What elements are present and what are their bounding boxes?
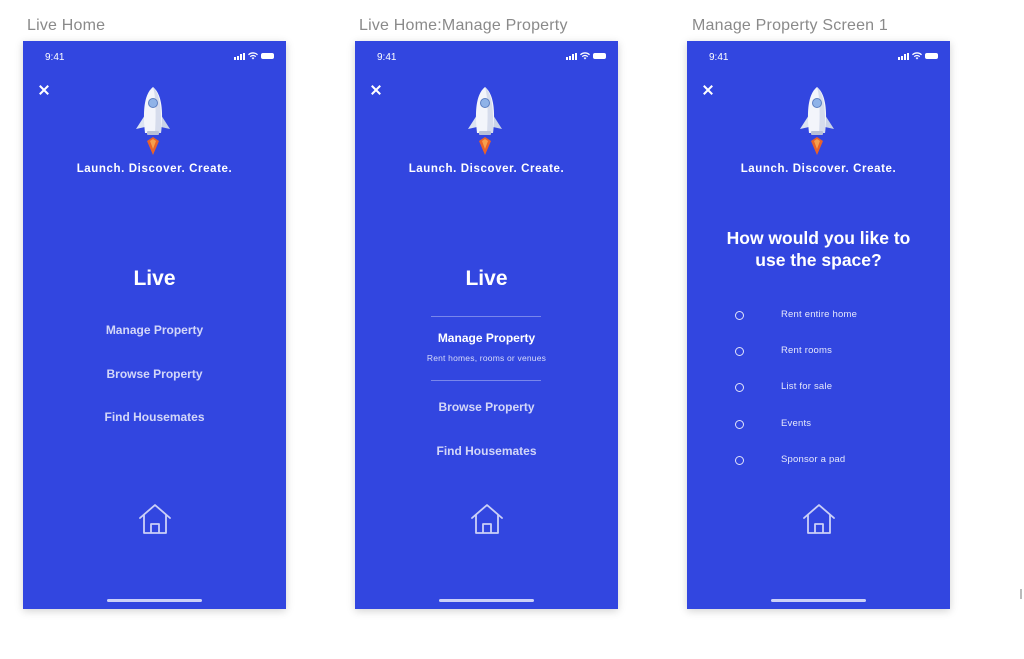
tagline: Launch. Discover. Create. bbox=[408, 163, 565, 175]
frame-title-live-home: Live Home bbox=[27, 17, 106, 34]
option-label: Rent rooms bbox=[781, 345, 833, 356]
status-icons bbox=[566, 52, 606, 60]
tagline: Launch. Discover. Create. bbox=[740, 163, 897, 175]
divider bbox=[431, 316, 541, 317]
status-icons bbox=[898, 52, 938, 60]
battery-icon bbox=[925, 53, 938, 59]
menu-item-find-housemates[interactable]: Find Housemates bbox=[23, 410, 286, 424]
home-icon[interactable] bbox=[801, 502, 837, 536]
screen-live-home-manage-property: 9:41 Launch. Discover. Create. Live Mana… bbox=[355, 41, 618, 609]
option-label: Rent entire home bbox=[781, 309, 858, 320]
status-time: 9:41 bbox=[45, 52, 65, 63]
question-heading: How would you like to use the space? bbox=[707, 227, 930, 271]
divider bbox=[431, 380, 541, 381]
home-indicator[interactable] bbox=[107, 599, 202, 602]
radio-button[interactable] bbox=[735, 347, 744, 356]
home-icon[interactable] bbox=[469, 502, 505, 536]
screen-manage-property-1: 9:41 Launch. Discover. Create. How would… bbox=[687, 41, 950, 609]
radio-button[interactable] bbox=[735, 456, 744, 465]
option-label: Events bbox=[781, 418, 812, 429]
close-icon[interactable] bbox=[370, 84, 382, 96]
option-label: List for sale bbox=[781, 381, 833, 392]
menu-item-manage-property[interactable]: Manage Property bbox=[23, 323, 286, 337]
menu-item-find-housemates[interactable]: Find Housemates bbox=[355, 444, 618, 458]
canvas-edge-mark bbox=[1020, 589, 1022, 599]
status-time: 9:41 bbox=[709, 52, 729, 63]
radio-button[interactable] bbox=[735, 383, 744, 392]
question-line-2: use the space? bbox=[755, 250, 882, 270]
wifi-icon bbox=[580, 52, 590, 60]
frame-title-manage-property-screen-1: Manage Property Screen 1 bbox=[692, 17, 889, 34]
home-indicator[interactable] bbox=[439, 599, 534, 602]
wifi-icon bbox=[248, 52, 258, 60]
wifi-icon bbox=[912, 52, 922, 60]
signal-icon bbox=[898, 52, 909, 60]
rocket-illustration bbox=[136, 87, 170, 155]
screen-live-home: 9:41 Launch. Discover. Create. Live Mana… bbox=[23, 41, 286, 609]
rocket-illustration bbox=[468, 87, 502, 155]
battery-icon bbox=[593, 53, 606, 59]
section-title: Live bbox=[133, 267, 176, 290]
menu-item-browse-property[interactable]: Browse Property bbox=[23, 367, 286, 381]
tagline: Launch. Discover. Create. bbox=[76, 163, 233, 175]
menu-item-subtitle: Rent homes, rooms or venues bbox=[426, 353, 547, 363]
close-icon[interactable] bbox=[702, 84, 714, 96]
rocket-illustration bbox=[800, 87, 834, 155]
status-time: 9:41 bbox=[377, 52, 397, 63]
signal-icon bbox=[234, 52, 245, 60]
option-label: Sponsor a pad bbox=[781, 454, 846, 465]
radio-button[interactable] bbox=[735, 311, 744, 320]
home-icon[interactable] bbox=[137, 502, 173, 536]
section-title: Live bbox=[465, 267, 508, 290]
frame-title-manage-property: Live Home:Manage Property bbox=[359, 17, 568, 34]
question-line-1: How would you like to bbox=[726, 228, 911, 248]
menu-item-manage-property[interactable]: Manage Property bbox=[355, 331, 618, 345]
close-icon[interactable] bbox=[38, 84, 50, 96]
battery-icon bbox=[261, 53, 274, 59]
signal-icon bbox=[566, 52, 577, 60]
menu-item-browse-property[interactable]: Browse Property bbox=[355, 400, 618, 414]
status-icons bbox=[234, 52, 274, 60]
home-indicator[interactable] bbox=[771, 599, 866, 602]
radio-button[interactable] bbox=[735, 420, 744, 429]
